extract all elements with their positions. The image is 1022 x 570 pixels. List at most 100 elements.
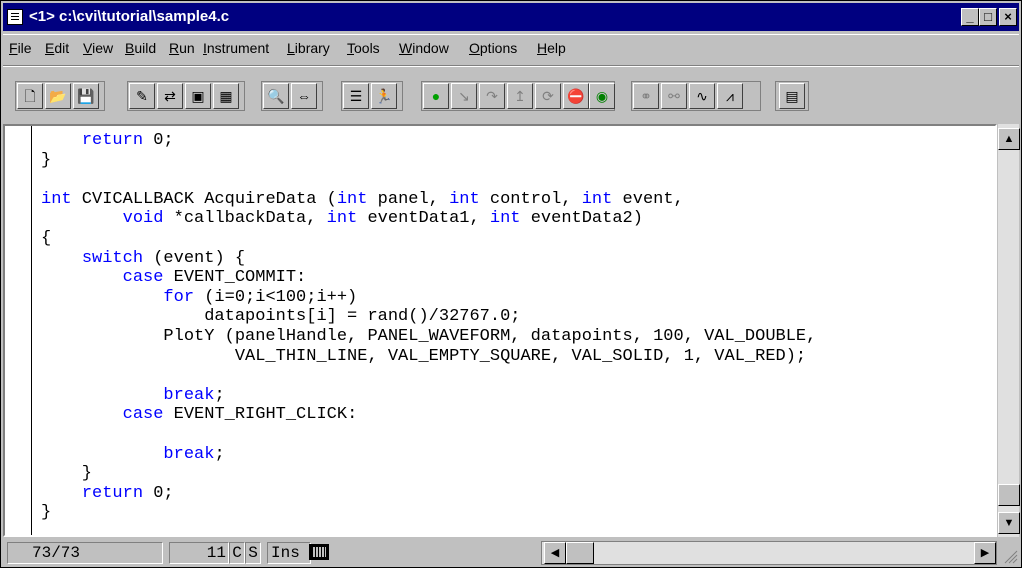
variables-icon[interactable]: ⚭ [633, 83, 659, 109]
line-position: 73/73 [7, 542, 163, 564]
keyword-token: break [163, 385, 215, 405]
vertical-scrollbar[interactable]: ▲ ▼ [997, 124, 1020, 537]
include-icon[interactable]: ⇄ [157, 83, 183, 109]
code-line[interactable]: VAL_THIN_LINE, VAL_EMPTY_SQUARE, VAL_SOL… [41, 347, 806, 366]
keyword-token: switch [81, 248, 144, 268]
code-line[interactable]: void *callbackData, int eventData1, int … [41, 209, 643, 228]
minimize-button[interactable]: _ [961, 8, 979, 26]
code-token: eventData2) [520, 209, 643, 229]
keyword-token: int [489, 209, 521, 229]
source-code[interactable]: return 0; } int CVICALLBACK AcquireData … [41, 131, 816, 523]
code-line[interactable]: } [41, 503, 51, 522]
keyword-token: int [326, 209, 358, 229]
menu-window[interactable]: Window [399, 40, 449, 56]
code-token: eventData1, [357, 209, 490, 229]
step-over-icon[interactable]: ↷ [479, 83, 505, 109]
document-icon[interactable] [7, 9, 23, 25]
code-line[interactable]: } [41, 464, 92, 483]
compile-icon[interactable]: ☰ [343, 83, 369, 109]
chart-icon[interactable]: ⩘ [717, 83, 743, 109]
code-line[interactable]: break; [41, 445, 224, 464]
keyword-token: int [41, 189, 72, 209]
find-binoculars-icon[interactable]: 🔍 [263, 83, 289, 109]
keyword-token: return [81, 131, 144, 150]
scroll-thumb[interactable] [998, 484, 1020, 506]
code-token: datapoints[i] = rand()/32767.0; [41, 307, 521, 327]
code-token: VAL_THIN_LINE, VAL_EMPTY_SQUARE, VAL_SOL… [41, 346, 807, 366]
step-into-icon[interactable]: ↘ [451, 83, 477, 109]
save-disk-icon[interactable]: 💾 [73, 83, 99, 109]
scroll-down-arrow-icon[interactable]: ▼ [998, 512, 1020, 534]
scroll-up-arrow-icon[interactable]: ▲ [998, 128, 1020, 150]
new-file-icon[interactable]: 🗋 [17, 83, 43, 109]
edit-text-icon[interactable]: ✎ [129, 83, 155, 109]
keyword-token: int [449, 189, 480, 209]
window-title: <1> c:\cvi\tutorial\sample4.c [29, 8, 230, 25]
watch-icon[interactable]: ⚯ [661, 83, 687, 109]
menu-tools[interactable]: Tools [347, 40, 380, 56]
code-token: control, [479, 189, 582, 209]
menu-edit[interactable]: Edit [45, 40, 69, 56]
keyword-token: case [122, 405, 164, 425]
scroll-right-arrow-icon[interactable]: ▶ [974, 542, 996, 564]
menu-library[interactable]: Library [287, 40, 330, 56]
keyword-token: for [163, 287, 195, 307]
panel-icon[interactable]: ▦ [213, 83, 239, 109]
code-token: EVENT_COMMIT: [163, 268, 307, 288]
maximize-button[interactable]: □ [979, 8, 997, 26]
code-token: PlotY (panelHandle, PANEL_WAVEFORM, data… [41, 326, 817, 346]
replace-icon[interactable]: ⇔ [291, 83, 317, 109]
code-line[interactable]: PlotY (panelHandle, PANEL_WAVEFORM, data… [41, 327, 816, 346]
flag-s: S [245, 542, 261, 564]
menu-run[interactable]: Run [169, 40, 195, 56]
code-line[interactable]: datapoints[i] = rand()/32767.0; [41, 307, 520, 326]
source-editor[interactable]: return 0; } int CVICALLBACK AcquireData … [3, 124, 997, 537]
menu-build[interactable]: Build [125, 40, 156, 56]
code-token: { [41, 228, 52, 248]
horizontal-scrollbar[interactable]: ◀ ▶ [541, 541, 997, 565]
horizontal-scroll-thumb[interactable] [566, 542, 594, 564]
code-token: } [41, 150, 52, 170]
project-icon[interactable]: ▤ [779, 83, 805, 109]
code-line[interactable]: break; [41, 385, 224, 405]
menu-file[interactable]: File [9, 40, 32, 56]
stop-icon[interactable]: ⛔ [563, 83, 589, 109]
graph-icon[interactable]: ∿ [689, 83, 715, 109]
code-line[interactable]: return 0; [41, 131, 174, 150]
finish-function-icon[interactable]: ↥ [507, 83, 533, 109]
code-line[interactable]: int CVICALLBACK AcquireData (int panel, … [41, 190, 684, 209]
column-number: 11 [169, 542, 229, 564]
go-icon[interactable]: ● [423, 83, 449, 109]
menu-help[interactable]: Help [537, 40, 566, 56]
run-icon[interactable]: 🏃 [371, 83, 397, 109]
close-button[interactable]: × [999, 8, 1017, 26]
code-token: (event) { [143, 248, 246, 268]
code-line[interactable]: case EVENT_RIGHT_CLICK: [41, 405, 358, 425]
code-line[interactable]: case EVENT_COMMIT: [41, 268, 307, 288]
code-line[interactable]: } [41, 151, 51, 170]
code-token: event, [612, 189, 684, 209]
terminate-execution-icon[interactable]: ⟳ [535, 83, 561, 109]
breakpoint-icon[interactable]: ◉ [589, 83, 615, 109]
flag-c: C [229, 542, 245, 564]
line-gutter-border [31, 126, 32, 535]
divider [3, 34, 1019, 35]
code-line[interactable]: switch (event) { [41, 249, 245, 268]
code-token: 0; [143, 131, 174, 150]
menu-options[interactable]: Options [469, 40, 517, 56]
code-line[interactable]: { [41, 229, 51, 248]
menu-view[interactable]: View [83, 40, 113, 56]
code-token: } [41, 464, 93, 484]
code-line[interactable]: for (i=0;i<100;i++) [41, 288, 357, 307]
function-panel-icon[interactable]: ▣ [185, 83, 211, 109]
title-bar[interactable]: <1> c:\cvi\tutorial\sample4.c _ □ × [3, 3, 1019, 31]
code-line[interactable]: return 0; [41, 484, 174, 503]
menu-instrument[interactable]: Instrument [203, 40, 269, 56]
resize-grip[interactable] [999, 543, 1019, 565]
open-folder-icon[interactable]: 📂 [45, 83, 71, 109]
scroll-left-arrow-icon[interactable]: ◀ [544, 542, 566, 564]
